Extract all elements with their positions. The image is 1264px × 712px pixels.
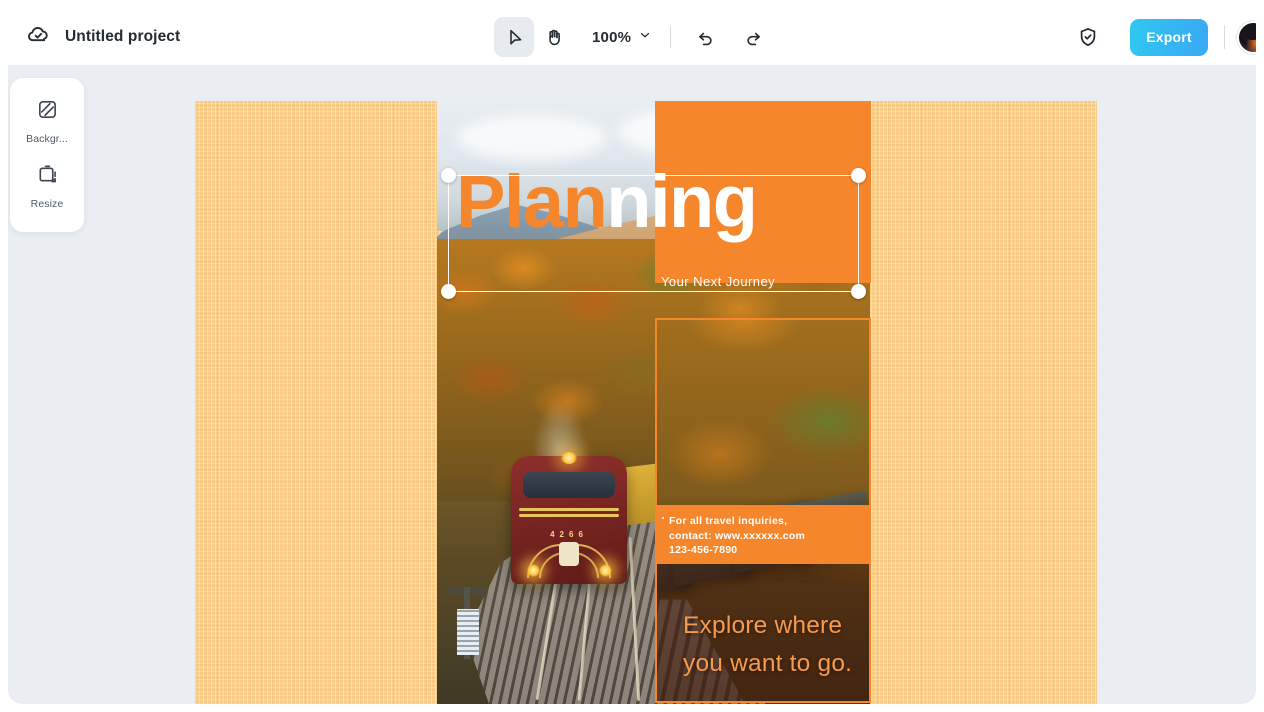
redo-arrow-icon[interactable] xyxy=(733,17,773,57)
toolbar-divider-right xyxy=(1224,25,1225,49)
toolbar-divider xyxy=(670,26,672,48)
page-title: Untitled project xyxy=(65,28,181,45)
top-toolbar: Untitled project 100% Export xyxy=(8,8,1256,65)
footer-line: 123-456-7890 xyxy=(669,544,738,556)
canvas-area[interactable]: 4266 Explore where you want to go. Plann… xyxy=(8,65,1256,704)
shield-check-icon[interactable] xyxy=(1068,17,1108,57)
app-window: Untitled project 100% Export Backgr... R… xyxy=(8,8,1256,704)
poster-artboard[interactable]: 4266 Explore where you want to go. Plann… xyxy=(195,101,1097,704)
right-tool-group: Export xyxy=(1068,17,1256,57)
locomotive-number: 4266 xyxy=(550,530,588,539)
poster-footer[interactable]: For all travel inquiries, contact: www.x… xyxy=(655,505,871,564)
export-button[interactable]: Export xyxy=(1130,18,1208,56)
brand-area: Untitled project xyxy=(26,22,180,52)
footer-line: For all travel inquiries, xyxy=(669,515,788,527)
resize-handle-top-left[interactable] xyxy=(441,168,456,183)
cloud-check-icon xyxy=(26,22,51,52)
resize-handle-bottom-left[interactable] xyxy=(441,284,456,299)
selection-bounding-box[interactable] xyxy=(441,168,866,299)
hand-pan-icon[interactable] xyxy=(534,17,574,57)
bullet-dot-icon xyxy=(662,517,664,519)
resize-handle-top-right[interactable] xyxy=(851,168,866,183)
resize-handle-bottom-right[interactable] xyxy=(851,284,866,299)
locomotive: 4266 xyxy=(511,452,627,584)
footer-line: contact: www.xxxxxx.com xyxy=(669,529,806,542)
center-tool-group: 100% xyxy=(494,17,773,57)
undo-arrow-icon[interactable] xyxy=(685,17,725,57)
zoom-level-control[interactable]: 100% xyxy=(588,17,656,57)
zoom-value: 100% xyxy=(592,28,632,46)
history-tool-group xyxy=(685,17,773,57)
chevron-down-icon xyxy=(638,28,652,47)
avatar[interactable] xyxy=(1237,20,1256,54)
poster-body-text: Explore where you want to go. xyxy=(683,612,853,677)
select-cursor-icon[interactable] xyxy=(494,17,534,57)
